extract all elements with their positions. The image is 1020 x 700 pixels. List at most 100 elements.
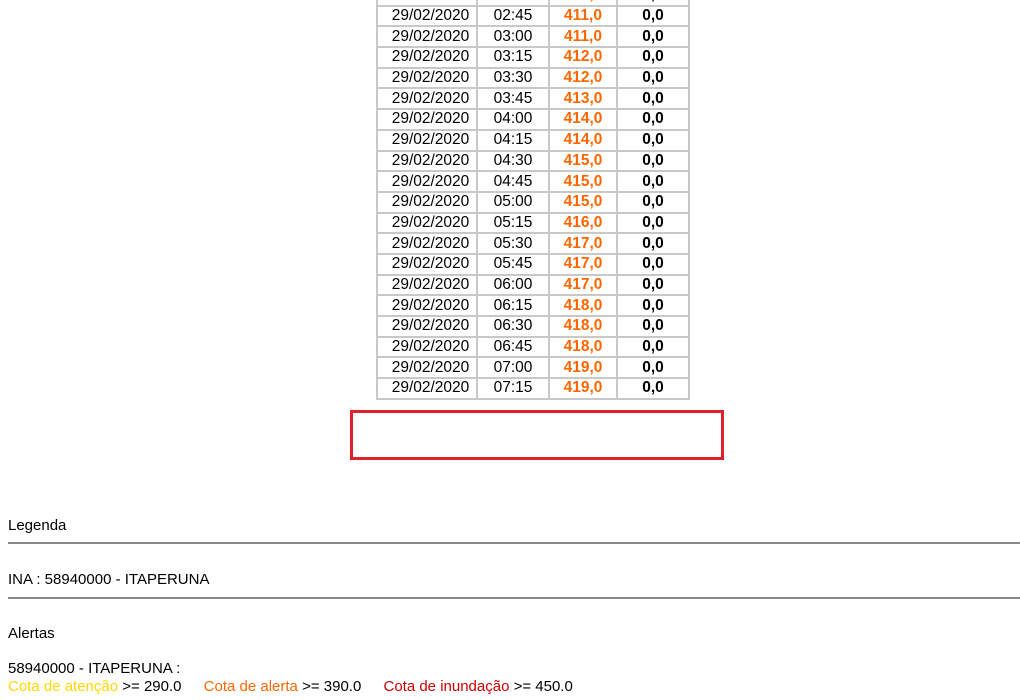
table-row: 29/02/2020 04:00 414,0 0,0 xyxy=(376,108,690,131)
cell-date: 29/02/2020 xyxy=(376,87,478,111)
legend-title: Legenda xyxy=(8,517,67,534)
cell-rain: 0,0 xyxy=(616,149,690,173)
cell-level: 412,0 xyxy=(548,46,618,69)
table-row: 29/02/2020 05:45 417,0 0,0 xyxy=(376,252,690,276)
cell-time: 05:45 xyxy=(476,252,550,276)
cell-date: 29/02/2020 xyxy=(376,149,478,173)
threshold-attention: Cota de atenção >= 290.0 xyxy=(8,678,186,695)
table-row: 29/02/2020 04:45 415,0 0,0 xyxy=(376,170,690,193)
cell-time: 05:00 xyxy=(476,190,550,214)
cell-level: 415,0 xyxy=(548,170,618,193)
threshold-alert-value: >= 390.0 xyxy=(302,678,362,695)
threshold-alert-label: Cota de alerta xyxy=(203,678,298,695)
cell-time: 06:45 xyxy=(476,335,550,359)
cell-time: 06:30 xyxy=(476,315,550,338)
cell-level: 418,0 xyxy=(548,294,618,317)
cell-level: 415,0 xyxy=(548,190,618,214)
cell-date: 29/02/2020 xyxy=(376,25,478,49)
cell-time: 06:15 xyxy=(476,294,550,317)
ina-station-label: INA : 58940000 - ITAPERUNA xyxy=(8,571,210,588)
readings-table: 29/02/202002:30410,00,029/02/202002:4541… xyxy=(376,0,690,400)
cell-rain: 0,0 xyxy=(616,315,690,338)
cell-time: 03:30 xyxy=(476,66,550,90)
cell-date: 29/02/2020 xyxy=(376,273,478,297)
threshold-attention-value: >= 290.0 xyxy=(122,678,182,695)
cell-rain: 0,0 xyxy=(616,232,690,255)
cell-level: 416,0 xyxy=(548,211,618,235)
threshold-attention-label: Cota de atenção xyxy=(8,678,119,695)
readings-table-container: 29/02/202002:30410,00,029/02/202002:4541… xyxy=(376,0,690,400)
cell-rain: 0,0 xyxy=(616,170,690,193)
cell-rain: 0,0 xyxy=(616,356,690,380)
divider xyxy=(8,542,1020,544)
cell-time: 07:00 xyxy=(476,356,550,380)
cell-time: 03:00 xyxy=(476,25,550,49)
cell-time: 03:45 xyxy=(476,87,550,111)
cell-date: 29/02/2020 xyxy=(376,46,478,69)
table-row: 29/02/2020 06:45 418,0 0,0 xyxy=(376,335,690,359)
cell-level: 413,0 xyxy=(548,87,618,111)
cell-rain: 0,0 xyxy=(616,335,690,359)
cell-level: 415,0 xyxy=(548,149,618,173)
cell-level: 417,0 xyxy=(548,273,618,297)
cell-time: 04:00 xyxy=(476,108,550,131)
cell-time: 04:30 xyxy=(476,149,550,173)
table-row: 29/02/2020 03:00 411,0 0,0 xyxy=(376,25,690,49)
cell-date: 29/02/2020 xyxy=(376,252,478,276)
cell-rain: 0,0 xyxy=(616,294,690,317)
table-row: 29/02/2020 03:30 412,0 0,0 xyxy=(376,66,690,90)
divider xyxy=(8,597,1020,599)
cell-rain: 0,0 xyxy=(616,377,690,400)
cell-rain: 0,0 xyxy=(616,128,690,152)
cell-rain: 0,0 xyxy=(616,273,690,297)
cell-date: 29/02/2020 xyxy=(376,170,478,193)
table-row: 29/02/2020 06:15 418,0 0,0 xyxy=(376,294,690,317)
threshold-alert: Cota de alerta >= 390.0 xyxy=(204,678,366,695)
cell-rain: 0,0 xyxy=(616,252,690,276)
cell-date: 29/02/2020 xyxy=(376,377,478,400)
cell-rain: 0,0 xyxy=(616,190,690,214)
cell-date: 29/02/2020 xyxy=(376,190,478,214)
cell-level: 411,0 xyxy=(548,25,618,49)
cell-date: 29/02/2020 xyxy=(376,356,478,380)
cell-time: 04:45 xyxy=(476,170,550,193)
cell-date: 29/02/2020 xyxy=(376,232,478,255)
cell-time: 06:00 xyxy=(476,273,550,297)
table-row: 29/02/2020 05:00 415,0 0,0 xyxy=(376,190,690,214)
cell-time: 02:45 xyxy=(476,4,550,28)
cell-level: 419,0 xyxy=(548,377,618,400)
cell-rain: 0,0 xyxy=(616,25,690,49)
cell-time: 03:15 xyxy=(476,46,550,69)
cell-level: 418,0 xyxy=(548,315,618,338)
cell-rain: 0,0 xyxy=(616,66,690,90)
cell-time: 05:30 xyxy=(476,232,550,255)
cell-level: 412,0 xyxy=(548,66,618,90)
cell-date: 29/02/2020 xyxy=(376,294,478,317)
alerts-title: Alertas xyxy=(8,625,55,642)
table-row: 29/02/2020 05:30 417,0 0,0 xyxy=(376,232,690,255)
cell-date: 29/02/2020 xyxy=(376,335,478,359)
highlight-box xyxy=(350,410,724,460)
readings-table-body: 29/02/202002:30410,00,029/02/202002:4541… xyxy=(376,0,690,400)
threshold-flood-label: Cota de inundação xyxy=(383,678,510,695)
table-row: 29/02/2020 02:45 411,0 0,0 xyxy=(376,4,690,28)
cell-date: 29/02/2020 xyxy=(376,211,478,235)
cell-level: 419,0 xyxy=(548,356,618,380)
table-row: 29/02/2020 04:15 414,0 0,0 xyxy=(376,128,690,152)
cell-rain: 0,0 xyxy=(616,46,690,69)
cell-time: 04:15 xyxy=(476,128,550,152)
cell-level: 414,0 xyxy=(548,108,618,131)
table-row: 29/02/2020 04:30 415,0 0,0 xyxy=(376,149,690,173)
cell-time: 07:15 xyxy=(476,377,550,400)
threshold-flood: Cota de inundação >= 450.0 xyxy=(383,678,572,695)
cell-date: 29/02/2020 xyxy=(376,128,478,152)
alerts-station-label: 58940000 - ITAPERUNA : xyxy=(8,660,181,677)
table-row: 29/02/2020 03:15 412,0 0,0 xyxy=(376,46,690,69)
table-row: 29/02/2020 06:00 417,0 0,0 xyxy=(376,273,690,297)
alert-thresholds: Cota de atenção >= 290.0 Cota de alerta … xyxy=(8,678,591,695)
cell-rain: 0,0 xyxy=(616,87,690,111)
table-row: 29/02/2020 07:00 419,0 0,0 xyxy=(376,356,690,380)
cell-level: 411,0 xyxy=(548,4,618,28)
cell-rain: 0,0 xyxy=(616,211,690,235)
cell-level: 417,0 xyxy=(548,252,618,276)
